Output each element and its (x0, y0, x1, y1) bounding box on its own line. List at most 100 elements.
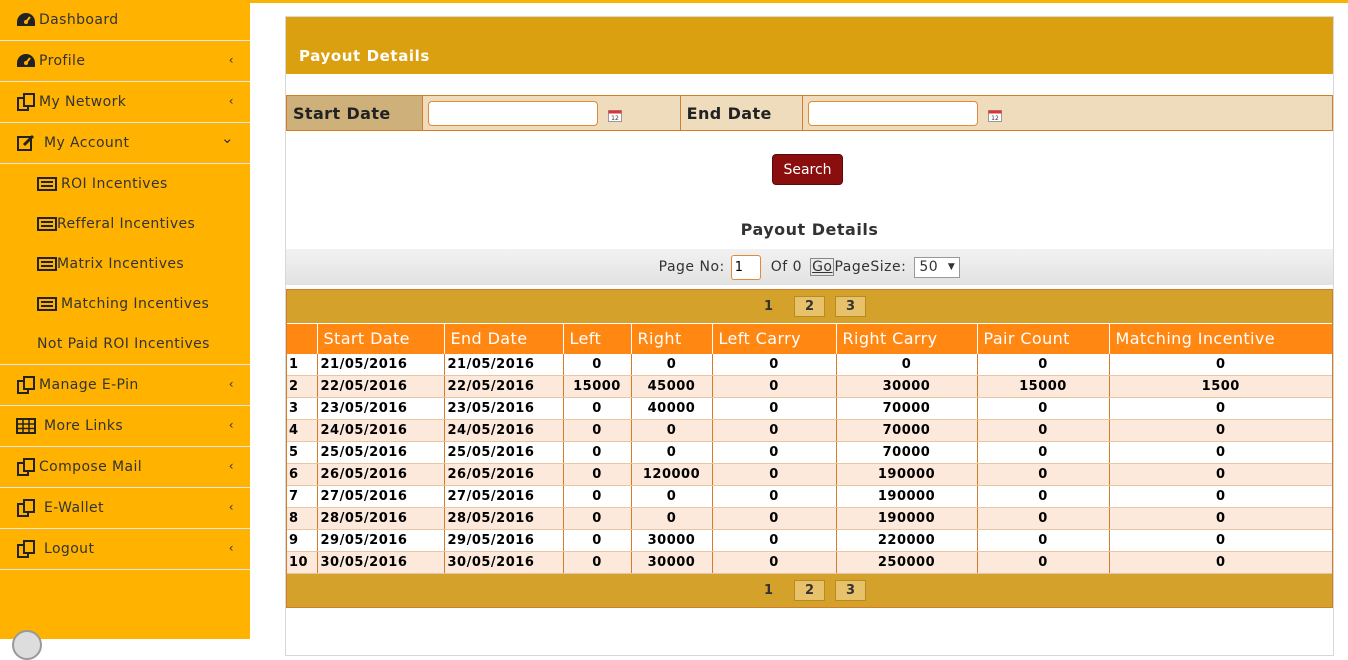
table-cell: 30000 (631, 551, 713, 574)
table-cell: 27/05/2016 (317, 485, 445, 508)
sidebar-item-label: Logout (44, 541, 95, 557)
column-header[interactable]: Start Date (317, 323, 445, 354)
table-row: 6 26/05/2016 26/05/2016 0 120000 0 190000 0 0 (287, 463, 1332, 486)
table-cell: 22/05/2016 (317, 375, 445, 398)
list-icon (37, 177, 57, 191)
table-row: 9 29/05/2016 29/05/2016 0 30000 0 220000 0 0 (287, 529, 1332, 552)
sidebar-subitem-not-paid-roi[interactable]: Not Paid ROI Incentives (0, 324, 250, 364)
table-cell: 190000 (836, 463, 978, 486)
calendar-icon[interactable]: 12 (607, 107, 622, 122)
sidebar-item-label: My Account (44, 135, 130, 151)
copy-icon (16, 540, 36, 558)
sidebar-item-my-network[interactable]: My Network ‹ (0, 82, 250, 123)
table-cell: 0 (563, 419, 632, 442)
table-cell: 0 (563, 463, 632, 486)
chevron-left-icon: ‹ (228, 541, 234, 555)
sidebar-item-logout[interactable]: Logout ‹ (0, 529, 250, 570)
table-cell: 0 (1109, 507, 1332, 530)
table-cell: 24/05/2016 (444, 419, 564, 442)
sidebar-subitem-label: Matching Incentives (61, 296, 210, 312)
column-header[interactable]: Right Carry (836, 323, 978, 354)
column-header[interactable]: Matching Incentive (1109, 323, 1332, 354)
column-header[interactable]: Left Carry (712, 323, 837, 354)
sidebar-item-label: Compose Mail (39, 459, 143, 475)
calendar-icon[interactable]: 12 (987, 107, 1002, 122)
table-body: 1 21/05/2016 21/05/2016 0 0 0 0 0 0 2 22/05/2016 22… (287, 353, 1332, 574)
sidebar-item-dashboard[interactable]: Dashboard (0, 0, 250, 41)
start-date-label: Start Date (287, 96, 423, 130)
go-button[interactable]: Go (810, 258, 835, 276)
page-link[interactable]: 3 (835, 296, 866, 317)
end-date-cell: 12 (803, 96, 1332, 130)
sidebar-subitem-roi-incentives[interactable]: ROI Incentives (0, 164, 250, 204)
table-cell: 6 (287, 463, 318, 486)
table-cell: 0 (977, 397, 1110, 420)
table-cell: 0 (631, 485, 713, 508)
page-link-current: 1 (763, 583, 774, 598)
page-size-label: PageSize: (834, 259, 907, 275)
page-size-select[interactable]: 50 ▼ (914, 256, 961, 278)
column-header[interactable]: End Date (444, 323, 564, 354)
table-cell: 0 (563, 529, 632, 552)
table-cell: 26/05/2016 (317, 463, 445, 486)
table-row: 7 27/05/2016 27/05/2016 0 0 0 190000 0 0 (287, 485, 1332, 508)
table-cell: 0 (836, 353, 978, 376)
page-link[interactable]: 3 (835, 580, 866, 601)
page-link[interactable]: 2 (794, 296, 825, 317)
table-cell: 1 (287, 353, 318, 376)
avatar[interactable] (12, 630, 42, 660)
column-header[interactable]: Right (631, 323, 713, 354)
sidebar-subitem-matching-incentives[interactable]: Matching Incentives (0, 284, 250, 324)
column-header[interactable]: Left (563, 323, 632, 354)
table-cell: 0 (712, 353, 837, 376)
search-button[interactable]: Search (772, 154, 843, 185)
sidebar-item-profile[interactable]: Profile ‹ (0, 41, 250, 82)
sidebar-subitem-refferal-incentives[interactable]: Refferal Incentives (0, 204, 250, 244)
sidebar-item-my-account[interactable]: My Account ⌄ (0, 123, 250, 164)
copy-icon (16, 376, 36, 394)
table-cell: 0 (563, 397, 632, 420)
table-cell: 0 (1109, 397, 1332, 420)
column-header[interactable]: Pair Count (977, 323, 1110, 354)
chevron-left-icon: ‹ (228, 377, 234, 391)
sub-menu-my-account: ROI Incentives Refferal Incentives Matri… (0, 164, 250, 365)
table-cell: 21/05/2016 (317, 353, 445, 376)
table-cell: 0 (631, 507, 713, 530)
copy-icon (16, 458, 36, 476)
table-cell: 8 (287, 507, 318, 530)
table-cell: 1500 (1109, 375, 1332, 398)
table-cell: 220000 (836, 529, 978, 552)
table-cell: 70000 (836, 419, 978, 442)
end-date-input[interactable] (807, 100, 978, 126)
table-cell: 190000 (836, 485, 978, 508)
copy-icon (16, 93, 36, 111)
table-cell: 24/05/2016 (317, 419, 445, 442)
sidebar-subitem-label: Refferal Incentives (57, 216, 196, 232)
table-cell: 0 (977, 441, 1110, 464)
edit-icon (16, 134, 36, 152)
sidebar-item-more-links[interactable]: More Links ‹ (0, 406, 250, 447)
table-cell: 0 (977, 507, 1110, 530)
copy-icon (16, 499, 36, 517)
sidebar-subitem-matrix-incentives[interactable]: Matrix Incentives (0, 244, 250, 284)
table-cell: 4 (287, 419, 318, 442)
page-link[interactable]: 2 (794, 580, 825, 601)
list-icon (37, 217, 57, 231)
start-date-input[interactable] (427, 100, 598, 126)
table-cell: 250000 (836, 551, 978, 574)
page-size-value: 50 (919, 259, 939, 275)
page-of-label: Of 0 (770, 259, 803, 275)
table-cell: 0 (1109, 551, 1332, 574)
table-cell: 0 (712, 551, 837, 574)
table-cell: 0 (631, 353, 713, 376)
payout-table: 1 2 3 Start Date End Date Left Right Lef… (286, 289, 1333, 608)
sidebar-subitem-label: Matrix Incentives (57, 256, 185, 272)
table-cell: 25/05/2016 (444, 441, 564, 464)
page-number-input[interactable] (730, 254, 761, 280)
table-cell: 29/05/2016 (317, 529, 445, 552)
sidebar-item-manage-epin[interactable]: Manage E-Pin ‹ (0, 365, 250, 406)
sidebar-item-e-wallet[interactable]: E-Wallet ‹ (0, 488, 250, 529)
sidebar-item-compose-mail[interactable]: Compose Mail ‹ (0, 447, 250, 488)
table-cell: 0 (977, 529, 1110, 552)
table-cell: 26/05/2016 (444, 463, 564, 486)
